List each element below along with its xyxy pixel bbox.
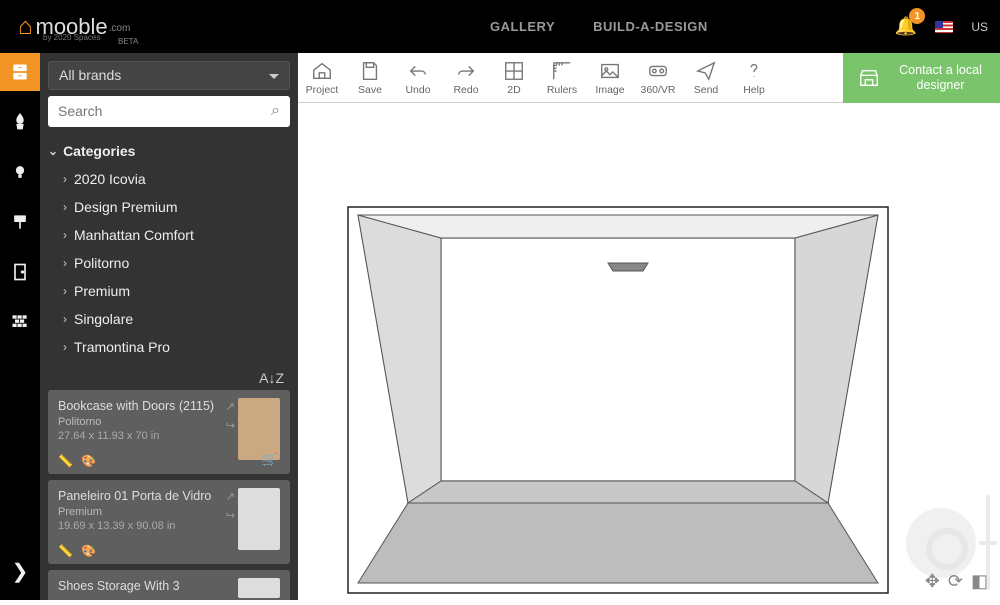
- product-quick-icons: ↗↪: [226, 490, 235, 522]
- search-input[interactable]: [58, 103, 271, 119]
- product-tools: 📏🎨: [58, 454, 96, 468]
- cat-singolare[interactable]: ›Singolare: [48, 305, 290, 333]
- chevron-right-icon: ›: [63, 172, 67, 186]
- app-header: ⌂ mooble .com by 2020 Spaces BETA GALLER…: [0, 0, 1000, 53]
- contact-designer-button[interactable]: Contact a local designer: [843, 53, 1000, 103]
- 3d-canvas[interactable]: ✥ ⟳ ◧: [298, 103, 1000, 600]
- rail-expand-icon[interactable]: ❯: [0, 552, 40, 590]
- logo-beta: BETA: [118, 37, 138, 46]
- rail-paint-icon[interactable]: [0, 203, 40, 241]
- product-card[interactable]: Shoes Storage With 3: [48, 570, 290, 600]
- room-view: [298, 103, 1000, 600]
- product-tools: 📏🎨: [58, 544, 96, 558]
- product-thumbnail: [238, 488, 280, 550]
- logo-subtitle: by 2020 Spaces: [43, 33, 100, 42]
- search-icon[interactable]: ⌕: [271, 102, 280, 120]
- rail-lighting-icon[interactable]: [0, 153, 40, 191]
- rail-plants-icon[interactable]: [0, 103, 40, 141]
- sort-button[interactable]: A↓Z: [40, 366, 298, 390]
- categories-header[interactable]: ⌄Categories: [48, 137, 290, 165]
- chevron-right-icon: ›: [63, 228, 67, 242]
- search-box[interactable]: ⌕: [48, 96, 290, 127]
- help-button[interactable]: Help: [730, 60, 778, 96]
- chevron-right-icon: ›: [63, 256, 67, 270]
- image-button[interactable]: Image: [586, 60, 634, 96]
- canvas-area: Project Save Undo Redo 2D Rulers Image 3…: [298, 53, 1000, 600]
- cat-2020-icovia[interactable]: ›2020 Icovia: [48, 165, 290, 193]
- cart-icon[interactable]: 🛒: [262, 452, 278, 468]
- insert-icon[interactable]: ↗: [226, 490, 235, 503]
- cat-tramontina-pro[interactable]: ›Tramontina Pro: [48, 333, 290, 361]
- cat-manhattan-comfort[interactable]: ›Manhattan Comfort: [48, 221, 290, 249]
- 2d-button[interactable]: 2D: [490, 60, 538, 96]
- brand-select[interactable]: All brands: [48, 61, 290, 90]
- orbit-control[interactable]: [906, 508, 976, 578]
- header-right: 🔔1 US: [895, 16, 988, 37]
- store-icon: [855, 67, 883, 89]
- product-thumbnail: [238, 398, 280, 460]
- chevron-right-icon: ›: [63, 284, 67, 298]
- flag-icon[interactable]: [935, 21, 953, 33]
- notifications-icon[interactable]: 🔔1: [895, 16, 917, 37]
- product-thumbnail: [238, 578, 280, 598]
- palette-icon[interactable]: 🎨: [81, 454, 96, 468]
- notifications-badge: 1: [909, 8, 925, 24]
- region-label[interactable]: US: [971, 20, 988, 34]
- contact-label: Contact a local designer: [893, 63, 988, 93]
- cat-premium[interactable]: ›Premium: [48, 277, 290, 305]
- palette-icon[interactable]: 🎨: [81, 544, 96, 558]
- insert-icon[interactable]: ↗: [226, 400, 235, 413]
- nav-gallery[interactable]: GALLERY: [490, 19, 555, 34]
- product-card[interactable]: Paneleiro 01 Porta de Vidro Premium 19.6…: [48, 480, 290, 564]
- rail-furniture-icon[interactable]: [0, 53, 40, 91]
- cat-design-premium[interactable]: ›Design Premium: [48, 193, 290, 221]
- measure-icon[interactable]: 📏: [58, 544, 73, 558]
- brand-selected: All brands: [59, 67, 121, 83]
- share-icon[interactable]: ↪: [226, 509, 235, 522]
- redo-button[interactable]: Redo: [442, 60, 490, 96]
- chevron-down-icon: ⌄: [48, 144, 58, 158]
- product-card[interactable]: Bookcase with Doors (2115) Politorno 27.…: [48, 390, 290, 474]
- chevron-right-icon: ›: [63, 200, 67, 214]
- cube-icon[interactable]: ◧: [971, 571, 988, 592]
- top-nav: GALLERY BUILD-A-DESIGN: [490, 19, 708, 34]
- cat-politorno[interactable]: ›Politorno: [48, 249, 290, 277]
- toolbar: Project Save Undo Redo 2D Rulers Image 3…: [298, 53, 1000, 103]
- share-icon[interactable]: ↪: [226, 419, 235, 432]
- nav-build[interactable]: BUILD-A-DESIGN: [593, 19, 708, 34]
- logo-domain: .com: [109, 23, 131, 34]
- rail-doors-icon[interactable]: [0, 253, 40, 291]
- house-icon: ⌂: [18, 13, 33, 41]
- undo-button[interactable]: Undo: [394, 60, 442, 96]
- pan-icon[interactable]: ✥: [925, 571, 940, 592]
- sidebar: All brands ⌕ ⌄Categories ›2020 Icovia ›D…: [40, 53, 298, 600]
- chevron-right-icon: ›: [63, 312, 67, 326]
- measure-icon[interactable]: 📏: [58, 454, 73, 468]
- project-button[interactable]: Project: [298, 60, 346, 96]
- rail-materials-icon[interactable]: [0, 303, 40, 341]
- categories: ⌄Categories ›2020 Icovia ›Design Premium…: [40, 137, 298, 361]
- save-button[interactable]: Save: [346, 60, 394, 96]
- refresh-icon[interactable]: ⟳: [948, 571, 963, 592]
- product-quick-icons: ↗↪: [226, 400, 235, 432]
- corner-controls: ✥ ⟳ ◧: [925, 571, 988, 592]
- 360vr-button[interactable]: 360/VR: [634, 60, 682, 96]
- rulers-button[interactable]: Rulers: [538, 60, 586, 96]
- chevron-right-icon: ›: [63, 340, 67, 354]
- main: ❯ All brands ⌕ ⌄Categories ›2020 Icovia …: [0, 53, 1000, 600]
- send-button[interactable]: Send: [682, 60, 730, 96]
- icon-rail: ❯: [0, 53, 40, 600]
- product-list: Bookcase with Doors (2115) Politorno 27.…: [40, 390, 298, 600]
